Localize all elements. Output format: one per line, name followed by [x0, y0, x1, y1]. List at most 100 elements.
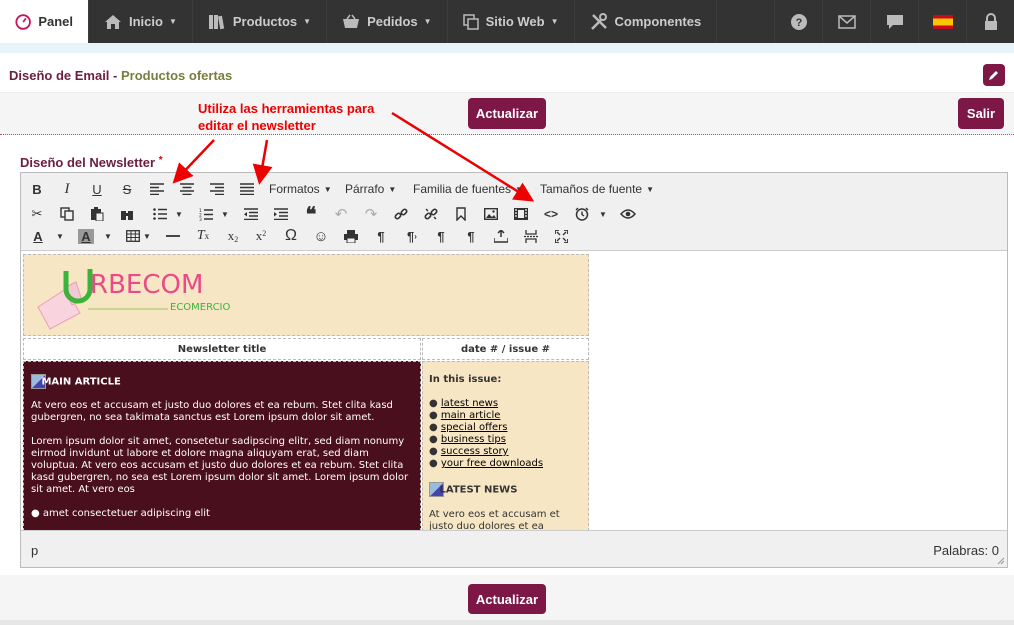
justify-icon[interactable]: [237, 179, 257, 199]
rtl-icon[interactable]: ¶: [461, 226, 481, 246]
media-icon[interactable]: [511, 204, 531, 224]
source-code-icon[interactable]: <>: [541, 204, 561, 224]
link-free-downloads[interactable]: your free downloads: [441, 458, 543, 469]
update-button-bottom[interactable]: Actualizar: [468, 584, 546, 614]
link-special-offers[interactable]: special offers: [441, 422, 508, 433]
main-article-column: MAIN ARTICLE At vero eos et accusam et j…: [23, 361, 421, 530]
nav-sitio-web[interactable]: Sitio Web ▼: [448, 0, 575, 43]
clock-icon[interactable]: [571, 204, 593, 224]
link-icon[interactable]: [391, 204, 411, 224]
logo-wordmark: RBECOM: [90, 270, 203, 300]
font-size-menu[interactable]: Tamaños de fuente ▼: [540, 179, 654, 199]
image-icon[interactable]: [481, 204, 501, 224]
issue-link-item: ● latest news: [429, 398, 499, 409]
rich-text-editor: B I U S Formatos ▼ Párrafo ▼ Familia de fu…: [20, 172, 1008, 568]
outdent-icon[interactable]: [241, 204, 261, 224]
blockquote-icon[interactable]: ❝: [301, 204, 321, 226]
nav-pedidos[interactable]: Pedidos ▼: [327, 0, 448, 43]
indent-icon[interactable]: [271, 204, 291, 224]
emoticon-icon[interactable]: ☺: [311, 226, 331, 246]
issue-link-item: ● special offers: [429, 422, 508, 433]
underline-icon[interactable]: U: [87, 179, 107, 199]
pencil-icon: [989, 71, 998, 80]
font-family-menu[interactable]: Familia de fuentes ▼: [413, 179, 523, 199]
subscript-icon[interactable]: x2: [223, 226, 243, 246]
link-latest-news[interactable]: latest news: [441, 398, 498, 409]
nav-inicio[interactable]: Inicio ▼: [89, 0, 193, 43]
special-character-icon[interactable]: Ω: [281, 226, 301, 246]
show-blocks-icon[interactable]: ¶: [371, 226, 391, 246]
find-replace-icon[interactable]: [117, 204, 137, 224]
main-article-paragraph-2: Lorem ipsum dolor sit amet, consetetur s…: [31, 436, 409, 495]
nav-productos[interactable]: Productos ▼: [193, 0, 328, 43]
chat-button[interactable]: [870, 0, 918, 43]
books-icon: [208, 14, 225, 29]
urbecom-logo: RBECOM ECOMERCIO: [37, 269, 231, 330]
superscript-icon[interactable]: x2: [251, 226, 271, 246]
font-family-label: Familia de fuentes: [413, 182, 512, 196]
chevron-down-icon[interactable]: ▼: [101, 226, 115, 246]
nav-panel[interactable]: Panel: [0, 0, 89, 43]
latest-news-title: LATEST NEWS: [439, 484, 518, 496]
link-success-story[interactable]: success story: [441, 446, 509, 457]
bullet-list-icon[interactable]: [149, 204, 171, 224]
page-title-main: Diseño de Email -: [9, 68, 118, 83]
preview-eye-icon[interactable]: [618, 204, 638, 224]
chevron-down-icon[interactable]: ▼: [172, 204, 186, 224]
redo-icon[interactable]: ↷: [361, 204, 381, 224]
fullscreen-icon[interactable]: [551, 226, 571, 246]
clear-formatting-icon[interactable]: Tx: [193, 226, 213, 246]
update-button-top[interactable]: Actualizar: [468, 98, 546, 129]
undo-icon[interactable]: ↶: [331, 204, 351, 224]
main-article-bullet: ● amet consectetuer adipiscing elit: [31, 508, 210, 519]
chevron-down-icon: ▼: [646, 184, 654, 194]
ltr-icon[interactable]: ¶ ›: [401, 226, 423, 246]
unlink-icon[interactable]: [421, 204, 441, 224]
bookmark-icon[interactable]: [451, 204, 471, 224]
paragraph-menu[interactable]: Párrafo ▼: [345, 179, 396, 199]
print-icon[interactable]: [341, 226, 361, 246]
table-icon[interactable]: [123, 226, 143, 246]
insert-template-icon[interactable]: [491, 226, 511, 246]
horizontal-rule-icon[interactable]: [163, 226, 183, 246]
paste-icon[interactable]: [87, 204, 107, 224]
chat-icon: [886, 14, 903, 29]
cut-icon[interactable]: ✂: [27, 204, 47, 224]
latest-news-heading: LATEST NEWS: [429, 482, 582, 497]
copy-icon[interactable]: [57, 204, 77, 224]
copy-icon: [462, 13, 479, 30]
logout-button[interactable]: [966, 0, 1014, 43]
align-center-icon[interactable]: [177, 179, 197, 199]
nav-pedidos-label: Pedidos: [367, 14, 418, 29]
chevron-down-icon[interactable]: ▼: [596, 204, 610, 224]
edit-button[interactable]: [983, 64, 1005, 86]
chevron-down-icon[interactable]: ▼: [53, 226, 67, 246]
align-left-icon[interactable]: [147, 179, 167, 199]
help-annotation: Utiliza las herramientas para editar el …: [198, 100, 374, 134]
background-color-icon[interactable]: A: [75, 226, 97, 246]
link-main-article[interactable]: main article: [441, 410, 501, 421]
chevron-down-icon[interactable]: ▼: [141, 226, 153, 246]
invisible-chars-icon[interactable]: ¶: [431, 226, 451, 246]
in-this-issue-heading: In this issue:: [429, 374, 502, 385]
exit-button[interactable]: Salir: [958, 98, 1004, 129]
mail-button[interactable]: [822, 0, 870, 43]
formats-menu[interactable]: Formatos ▼: [269, 179, 332, 199]
page-break-icon[interactable]: [521, 226, 541, 246]
link-business-tips[interactable]: business tips: [441, 434, 506, 445]
numbered-list-icon[interactable]: 123: [195, 204, 217, 224]
resize-handle-icon[interactable]: [997, 557, 1005, 565]
element-path[interactable]: p: [31, 543, 38, 558]
strikethrough-icon[interactable]: S: [117, 179, 137, 199]
align-right-icon[interactable]: [207, 179, 227, 199]
editor-content-area[interactable]: RBECOM ECOMERCIO Newsletter title date #…: [21, 251, 1007, 530]
language-button[interactable]: [918, 0, 966, 43]
bold-icon[interactable]: B: [27, 179, 47, 199]
chevron-down-icon[interactable]: ▼: [218, 204, 232, 224]
italic-icon[interactable]: I: [57, 179, 77, 199]
help-button[interactable]: ?: [774, 0, 822, 43]
home-icon: [105, 14, 121, 29]
nav-componentes[interactable]: Componentes: [575, 0, 718, 43]
svg-text:3: 3: [199, 217, 202, 221]
text-color-icon[interactable]: A: [27, 226, 49, 246]
